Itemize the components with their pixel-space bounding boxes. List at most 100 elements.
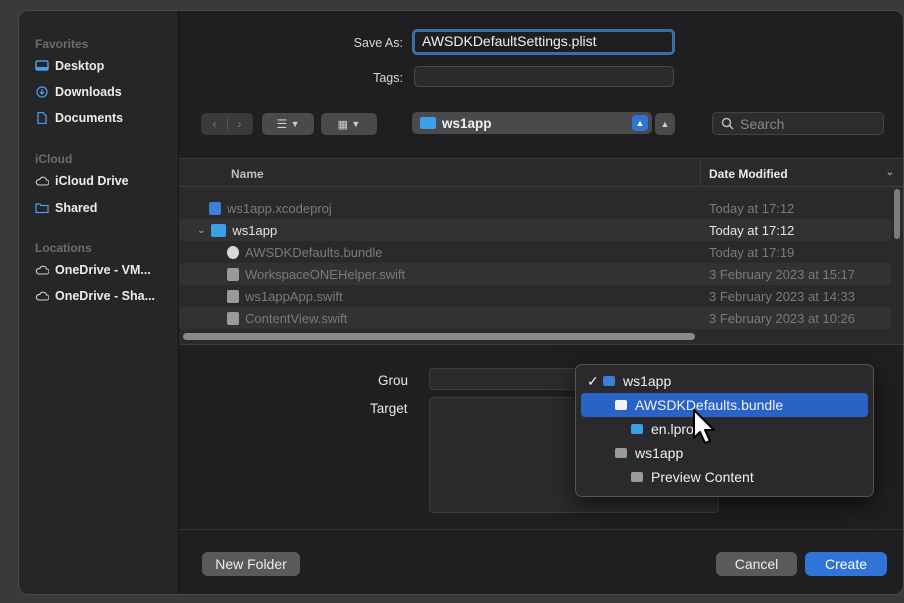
sidebar-item-label: Downloads — [55, 85, 122, 99]
divider — [179, 529, 903, 530]
file-date: 3 February 2023 at 10:26 — [709, 310, 855, 326]
sidebar-item-label: Shared — [55, 201, 98, 215]
main-pane: Save As: AWSDKDefaultSettings.plist Tags… — [179, 11, 903, 594]
swift-file-icon — [227, 267, 239, 281]
folder-icon — [420, 117, 436, 129]
checkmark-icon: ✓ — [587, 372, 599, 389]
location-popup[interactable]: ws1app ▲ — [412, 112, 652, 134]
file-row[interactable]: WorkspaceONEHelper.swift 3 February 2023… — [179, 263, 891, 285]
file-row[interactable]: ContentView.swift 3 February 2023 at 10:… — [179, 307, 891, 329]
sidebar-item-downloads[interactable]: Downloads — [35, 85, 122, 99]
menu-item-label: ws1app — [635, 445, 684, 461]
documents-icon — [35, 111, 49, 125]
tags-label: Tags: — [373, 71, 403, 85]
bundle-icon — [615, 400, 627, 410]
file-date: 3 February 2023 at 14:33 — [709, 288, 855, 304]
cloud-icon — [35, 290, 50, 302]
date-column-label: Date Modified — [709, 167, 788, 181]
shared-folder-icon — [35, 202, 49, 214]
group-view-button[interactable]: ▦ ▼ — [321, 113, 377, 135]
cloud-icon — [35, 175, 50, 187]
save-as-label: Save As: — [353, 36, 403, 50]
search-placeholder: Search — [740, 115, 785, 132]
sidebar-item-desktop[interactable]: Desktop — [35, 59, 104, 73]
sidebar-section-icloud: iCloud — [35, 152, 73, 166]
file-row[interactable]: ws1app.xcodeproj Today at 17:12 — [179, 197, 891, 219]
back-forward-buttons[interactable]: ‹ › — [201, 113, 253, 135]
name-column-header[interactable]: Name — [231, 167, 264, 181]
file-name: ws1app — [232, 222, 278, 238]
file-name: WorkspaceONEHelper.swift — [245, 266, 406, 282]
grid-view-icon: ▦ — [337, 118, 349, 131]
file-date: 3 February 2023 at 15:17 — [709, 266, 855, 282]
horizontal-scrollbar[interactable] — [183, 333, 695, 340]
swift-file-icon — [227, 289, 239, 303]
date-column-header[interactable]: Date Modified ⌄ — [700, 159, 900, 187]
group-menu-item[interactable]: en.lproj — [581, 417, 868, 441]
sidebar-item-label: OneDrive - VM... — [55, 263, 151, 277]
group-label: Grou — [378, 373, 409, 388]
group-menu-item[interactable]: Preview Content — [581, 465, 868, 489]
chevron-left-icon[interactable]: ‹ — [203, 117, 227, 131]
expand-collapse-button[interactable]: ▲ — [655, 113, 675, 135]
list-view-icon: ☰ — [276, 117, 288, 131]
search-field[interactable]: Search — [712, 112, 884, 135]
sidebar-section-locations: Locations — [35, 241, 92, 255]
sidebar-item-label: OneDrive - Sha... — [55, 289, 156, 303]
bundle-icon — [227, 245, 239, 259]
sidebar: Favorites Desktop Downloads Documents iC… — [19, 11, 179, 594]
xcodeproj-icon — [209, 201, 221, 215]
downloads-icon — [35, 86, 49, 98]
file-date: Today at 17:12 — [709, 222, 795, 238]
group-menu-item-selected[interactable]: AWSDKDefaults.bundle — [581, 393, 868, 417]
file-date: Today at 17:12 — [709, 200, 795, 216]
file-name: ws1appApp.swift — [245, 288, 343, 304]
save-dialog: Favorites Desktop Downloads Documents iC… — [18, 10, 904, 595]
cloud-icon — [35, 264, 50, 276]
folder-icon — [631, 424, 643, 434]
chevron-right-icon[interactable]: › — [228, 117, 252, 131]
file-row[interactable]: AWSDKDefaults.bundle Today at 17:19 — [179, 241, 891, 263]
desktop-icon — [35, 60, 49, 72]
chevron-down-icon: ▼ — [351, 119, 361, 129]
sidebar-item-onedrive-sha[interactable]: OneDrive - Sha... — [35, 289, 155, 303]
group-folder-icon — [631, 472, 643, 482]
folder-row[interactable]: ⌄ ws1app Today at 17:12 — [179, 219, 891, 241]
group-menu-item[interactable]: ✓ ws1app — [581, 369, 868, 393]
sidebar-item-label: Documents — [55, 111, 124, 125]
column-header: Name Date Modified ⌄ — [179, 159, 903, 187]
file-name: AWSDKDefaults.bundle — [245, 244, 383, 260]
file-date: Today at 17:19 — [709, 244, 795, 260]
sidebar-item-label: iCloud Drive — [55, 174, 129, 188]
chevron-down-icon: ▼ — [290, 119, 300, 129]
group-menu[interactable]: ✓ ws1app AWSDKDefaults.bundle en.lproj w… — [575, 364, 874, 497]
search-icon — [721, 117, 734, 130]
sidebar-item-onedrive-vm[interactable]: OneDrive - VM... — [35, 263, 151, 277]
save-as-field[interactable]: AWSDKDefaultSettings.plist — [412, 29, 675, 55]
create-button[interactable]: Create — [805, 552, 887, 576]
sidebar-item-documents[interactable]: Documents — [35, 111, 123, 125]
vertical-scrollbar[interactable] — [894, 189, 900, 239]
cancel-button[interactable]: Cancel — [716, 552, 797, 576]
project-icon — [603, 376, 615, 386]
popup-stepper-icon: ▲ — [632, 115, 648, 131]
menu-item-label: ws1app — [623, 373, 672, 389]
group-folder-icon — [615, 448, 627, 458]
file-row[interactable]: ws1appApp.swift 3 February 2023 at 14:33 — [179, 285, 891, 307]
disclosure-open-icon[interactable]: ⌄ — [197, 225, 205, 236]
sidebar-section-favorites: Favorites — [35, 37, 89, 51]
new-folder-button[interactable]: New Folder — [202, 552, 300, 576]
location-label: ws1app — [442, 115, 492, 131]
chevron-down-icon: ⌄ — [885, 167, 894, 178]
sidebar-item-icloud-drive[interactable]: iCloud Drive — [35, 174, 129, 188]
tags-field[interactable] — [414, 66, 674, 87]
file-name: ContentView.swift — [245, 310, 348, 326]
file-browser[interactable]: Name Date Modified ⌄ ws1app.xcodeproj To… — [179, 158, 903, 345]
group-menu-item[interactable]: ws1app — [581, 441, 868, 465]
sidebar-item-shared[interactable]: Shared — [35, 201, 97, 215]
targets-label: Target — [370, 401, 408, 416]
swift-file-icon — [227, 311, 239, 325]
chevron-up-icon: ▲ — [660, 119, 670, 129]
menu-item-label: Preview Content — [651, 469, 754, 485]
list-view-button[interactable]: ☰ ▼ — [262, 113, 314, 135]
